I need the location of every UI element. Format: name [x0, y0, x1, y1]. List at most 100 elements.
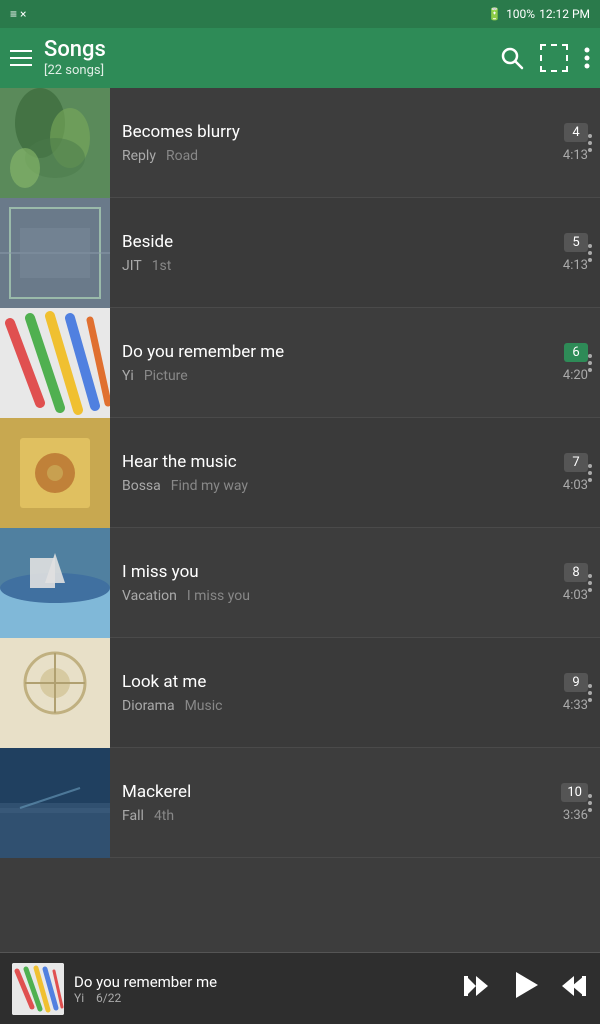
song-meta-3: Yi Picture [122, 368, 526, 384]
song-more-button-3[interactable] [588, 354, 592, 372]
player-artist-name: Yi [74, 991, 84, 1005]
dot-2-2 [588, 251, 592, 255]
dot-3-7 [588, 808, 592, 812]
song-duration-7: 3:36 [563, 808, 588, 823]
song-item-2[interactable]: Beside JIT 1st 5 4:13 [0, 198, 600, 308]
dot-3-5 [588, 588, 592, 592]
song-right-4: 7 4:03 [538, 453, 588, 493]
next-icon [560, 972, 588, 1000]
song-album-4: Find my way [171, 478, 248, 494]
track-num-3: 6 [564, 343, 588, 362]
song-info-4: Hear the music Bossa Find my way [110, 452, 538, 494]
dot-3-4 [588, 478, 592, 482]
song-count: [22 songs] [44, 63, 488, 78]
toolbar-icons [500, 44, 590, 72]
song-right-3: 6 4:20 [538, 343, 588, 383]
song-artist-1: Reply [122, 148, 156, 164]
album-art-5 [0, 528, 110, 638]
song-item-6[interactable]: Look at me Diorama Music 9 4:33 [0, 638, 600, 748]
overflow-menu-button[interactable] [584, 46, 590, 70]
grid-view-button[interactable] [540, 44, 568, 72]
song-meta-4: Bossa Find my way [122, 478, 526, 494]
play-button[interactable] [508, 968, 542, 1010]
dot-1-7 [588, 794, 592, 798]
dot-1-3 [588, 354, 592, 358]
song-right-7: 10 3:36 [538, 783, 588, 823]
dot-2-6 [588, 691, 592, 695]
song-right-2: 5 4:13 [538, 233, 588, 273]
song-title-1: Becomes blurry [122, 122, 526, 142]
song-more-button-1[interactable] [588, 134, 592, 152]
play-icon [508, 968, 542, 1002]
search-icon [500, 46, 524, 70]
song-album-1: Road [166, 148, 198, 164]
song-info-3: Do you remember me Yi Picture [110, 342, 538, 384]
player-track-info: 6/22 [96, 991, 121, 1005]
dot-3-1 [588, 148, 592, 152]
album-art-4 [0, 418, 110, 528]
player-art-decoration [12, 963, 64, 1015]
song-list: Becomes blurry Reply Road 4 4:13 Beside … [0, 88, 600, 952]
song-meta-1: Reply Road [122, 148, 526, 164]
song-item-5[interactable]: I miss you Vacation I miss you 8 4:03 [0, 528, 600, 638]
song-artist-5: Vacation [122, 588, 177, 604]
dot-2-7 [588, 801, 592, 805]
battery-icon: 🔋 [487, 7, 502, 21]
song-item-4[interactable]: Hear the music Bossa Find my way 7 4:03 [0, 418, 600, 528]
song-album-7: 4th [154, 808, 174, 824]
player-artist: Yi 6/22 [74, 991, 452, 1005]
song-item-1[interactable]: Becomes blurry Reply Road 4 4:13 [0, 88, 600, 198]
song-title-4: Hear the music [122, 452, 526, 472]
prev-button[interactable] [462, 972, 490, 1006]
song-info-7: Mackerel Fall 4th [110, 782, 538, 824]
album-art-7 [0, 748, 110, 858]
hamburger-line-3 [10, 64, 32, 66]
next-button[interactable] [560, 972, 588, 1006]
song-right-5: 8 4:03 [538, 563, 588, 603]
song-more-button-5[interactable] [588, 574, 592, 592]
dot-3-3 [588, 368, 592, 372]
song-info-1: Becomes blurry Reply Road [110, 122, 538, 164]
dot-3-2 [588, 258, 592, 262]
track-num-5: 8 [564, 563, 588, 582]
song-artist-3: Yi [122, 368, 134, 384]
player-info: Do you remember me Yi 6/22 [74, 973, 452, 1005]
song-more-button-7[interactable] [588, 794, 592, 812]
song-info-5: I miss you Vacation I miss you [110, 562, 538, 604]
song-more-button-6[interactable] [588, 684, 592, 702]
song-duration-6: 4:33 [563, 698, 588, 713]
overflow-icon [584, 46, 590, 70]
prev-icon [462, 972, 490, 1000]
song-more-button-2[interactable] [588, 244, 592, 262]
dot-2-3 [588, 361, 592, 365]
hamburger-line-1 [10, 50, 32, 52]
song-artist-2: JIT [122, 258, 142, 274]
song-meta-2: JIT 1st [122, 258, 526, 274]
status-icons-left: ≡ × [10, 7, 26, 21]
album-art-1 [0, 88, 110, 198]
song-duration-4: 4:03 [563, 478, 588, 493]
song-item-7[interactable]: Mackerel Fall 4th 10 3:36 [0, 748, 600, 858]
song-album-2: 1st [152, 258, 172, 274]
song-duration-5: 4:03 [563, 588, 588, 603]
song-title-7: Mackerel [122, 782, 526, 802]
dot-3-6 [588, 698, 592, 702]
dot-1-1 [588, 134, 592, 138]
menu-button[interactable] [10, 50, 32, 66]
track-num-7: 10 [561, 783, 588, 802]
album-art-3 [0, 308, 110, 418]
song-duration-1: 4:13 [563, 148, 588, 163]
dot-2-5 [588, 581, 592, 585]
song-album-5: I miss you [187, 588, 250, 604]
song-more-button-4[interactable] [588, 464, 592, 482]
song-title-5: I miss you [122, 562, 526, 582]
song-info-6: Look at me Diorama Music [110, 672, 538, 714]
bottom-player: Do you remember me Yi 6/22 [0, 952, 600, 1024]
song-item-3[interactable]: Do you remember me Yi Picture 6 4:20 [0, 308, 600, 418]
hamburger-line-2 [10, 57, 32, 59]
battery-percent: 100% [506, 7, 535, 21]
dot-2-4 [588, 471, 592, 475]
song-album-3: Picture [144, 368, 188, 384]
album-art-2 [0, 198, 110, 308]
search-button[interactable] [500, 46, 524, 70]
